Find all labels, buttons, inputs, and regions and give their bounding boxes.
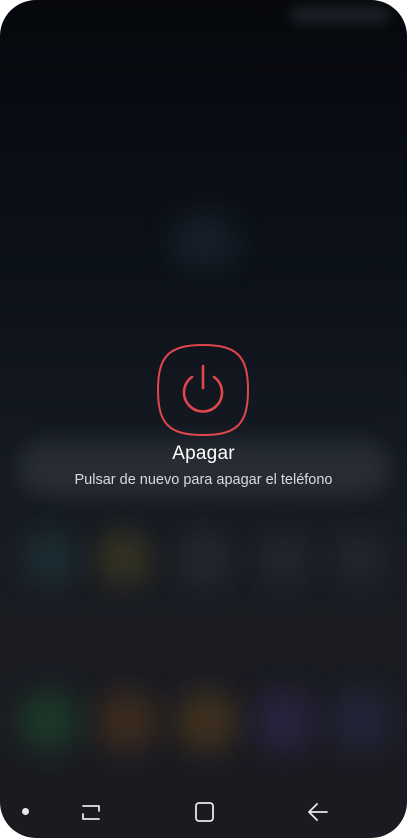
blurred-app-icon (256, 530, 312, 586)
power-off-hint: Pulsar de nuevo para apagar el teléfono (74, 472, 333, 488)
blurred-dock-icon (18, 690, 80, 752)
blurred-clock (170, 210, 240, 270)
blurred-app-icon (22, 530, 78, 586)
back-button[interactable] (300, 798, 336, 826)
power-off-button[interactable] (155, 342, 251, 438)
navigation-bar (0, 790, 407, 834)
home-icon (195, 802, 214, 822)
blurred-dock-icon (254, 690, 316, 752)
blurred-dock-icon (330, 690, 392, 752)
power-off-title: Apagar (172, 443, 235, 464)
power-icon (156, 343, 250, 437)
recents-button[interactable] (73, 798, 109, 826)
blurred-dock-icon (96, 690, 158, 752)
blurred-app-icon (176, 530, 232, 586)
power-off-control (155, 342, 251, 438)
power-off-screen: Apagar Pulsar de nuevo para apagar el te… (0, 0, 407, 838)
blurred-app-icon (330, 530, 386, 586)
recents-icon (82, 805, 100, 820)
home-button[interactable] (186, 798, 222, 826)
blurred-dock-icon (176, 690, 238, 752)
blurred-app-icon (96, 530, 152, 586)
back-arrow-icon (308, 803, 328, 821)
dot-icon[interactable] (22, 808, 29, 815)
blurred-status-bar (290, 6, 390, 24)
